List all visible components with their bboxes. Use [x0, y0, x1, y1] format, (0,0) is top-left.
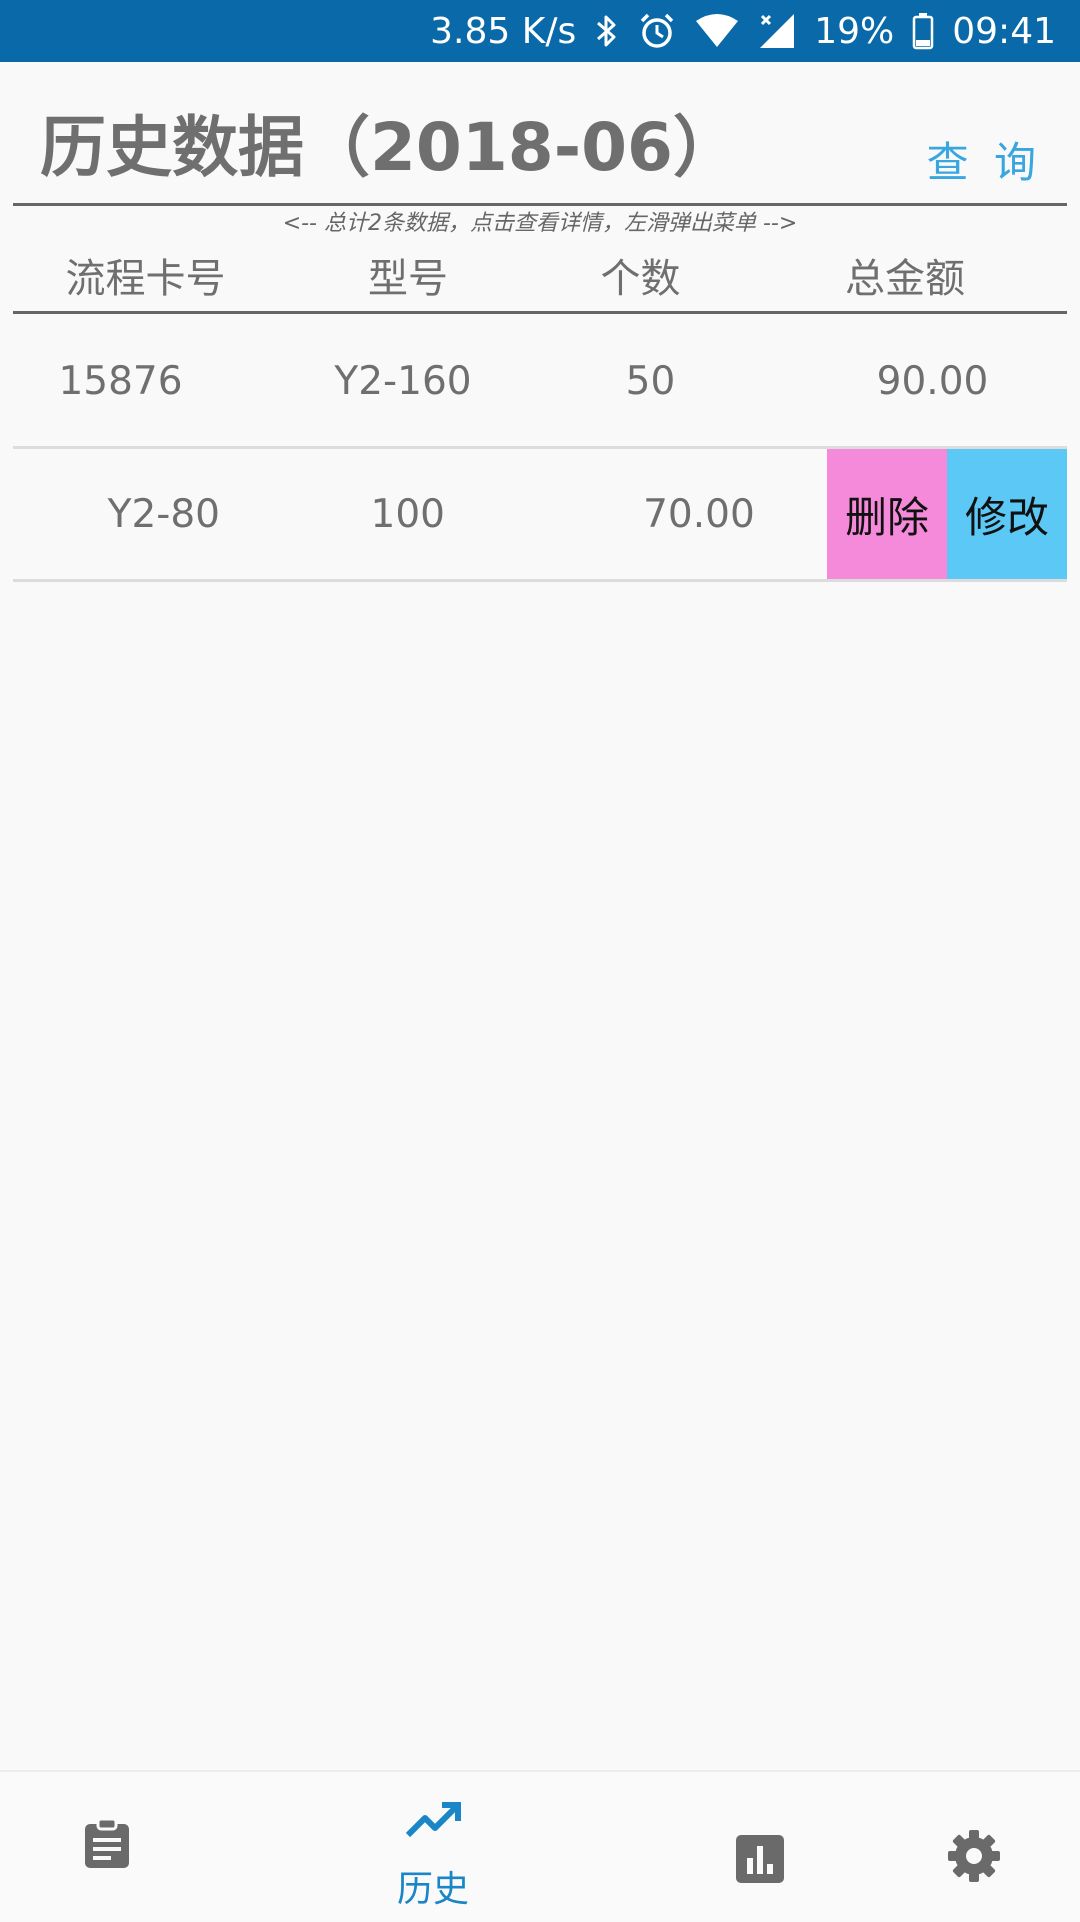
table-row[interactable]: 15876 Y2-160 50 90.00	[13, 316, 1067, 449]
header-divider	[13, 203, 1067, 206]
bottom-navigation: 历史	[0, 1770, 1080, 1920]
bluetooth-icon	[594, 13, 620, 49]
nav-item-records[interactable]	[7, 1772, 207, 1922]
nav-item-settings[interactable]	[874, 1772, 1074, 1922]
nav-label-history: 历史	[396, 1869, 469, 1910]
delete-button[interactable]: 删除	[827, 449, 947, 579]
column-header-model: 型号	[368, 256, 448, 302]
gear-icon	[946, 1828, 1002, 1888]
trending-up-icon	[405, 1800, 461, 1844]
cell-count: 100	[370, 491, 445, 537]
nav-item-history[interactable]: 历史	[333, 1772, 533, 1922]
alarm-icon	[638, 12, 676, 50]
nav-item-statistics[interactable]	[660, 1772, 860, 1922]
cell-amount: 70.00	[643, 491, 755, 537]
cell-amount: 90.00	[876, 358, 989, 404]
table-row-swiped[interactable]: Y2-80 100 70.00 删除 修改	[13, 449, 1067, 582]
page-title: 历史数据（2018-06）	[40, 109, 739, 186]
bar-chart-icon	[735, 1834, 785, 1888]
swipe-menu: 删除 修改	[827, 449, 1067, 579]
signal-icon	[758, 12, 796, 50]
clock: 09:41	[952, 10, 1056, 52]
status-bar: 3.85 K/s 19% 09:41	[0, 0, 1080, 62]
column-header-card-no: 流程卡号	[65, 256, 226, 302]
battery-icon	[912, 12, 934, 50]
clipboard-icon	[82, 1817, 132, 1874]
hint-text: <-- 总计2条数据，点击查看详情，左滑弹出菜单 -->	[282, 211, 798, 236]
table-header-divider	[13, 311, 1067, 314]
column-header-amount: 总金额	[845, 256, 965, 302]
wifi-icon	[694, 13, 740, 49]
column-header-count: 个数	[600, 256, 681, 302]
cell-model: Y2-160	[334, 358, 472, 404]
edit-button[interactable]: 修改	[947, 449, 1067, 579]
battery-percent: 19%	[814, 10, 895, 52]
cell-card-no: 15876	[58, 358, 183, 404]
cell-model: Y2-80	[107, 491, 220, 537]
table-header: 流程卡号 型号 个数 总金额	[13, 240, 1067, 310]
query-button[interactable]: 查 询	[927, 135, 1042, 191]
cell-count: 50	[625, 358, 676, 404]
net-speed: 3.85 K/s	[430, 10, 577, 52]
